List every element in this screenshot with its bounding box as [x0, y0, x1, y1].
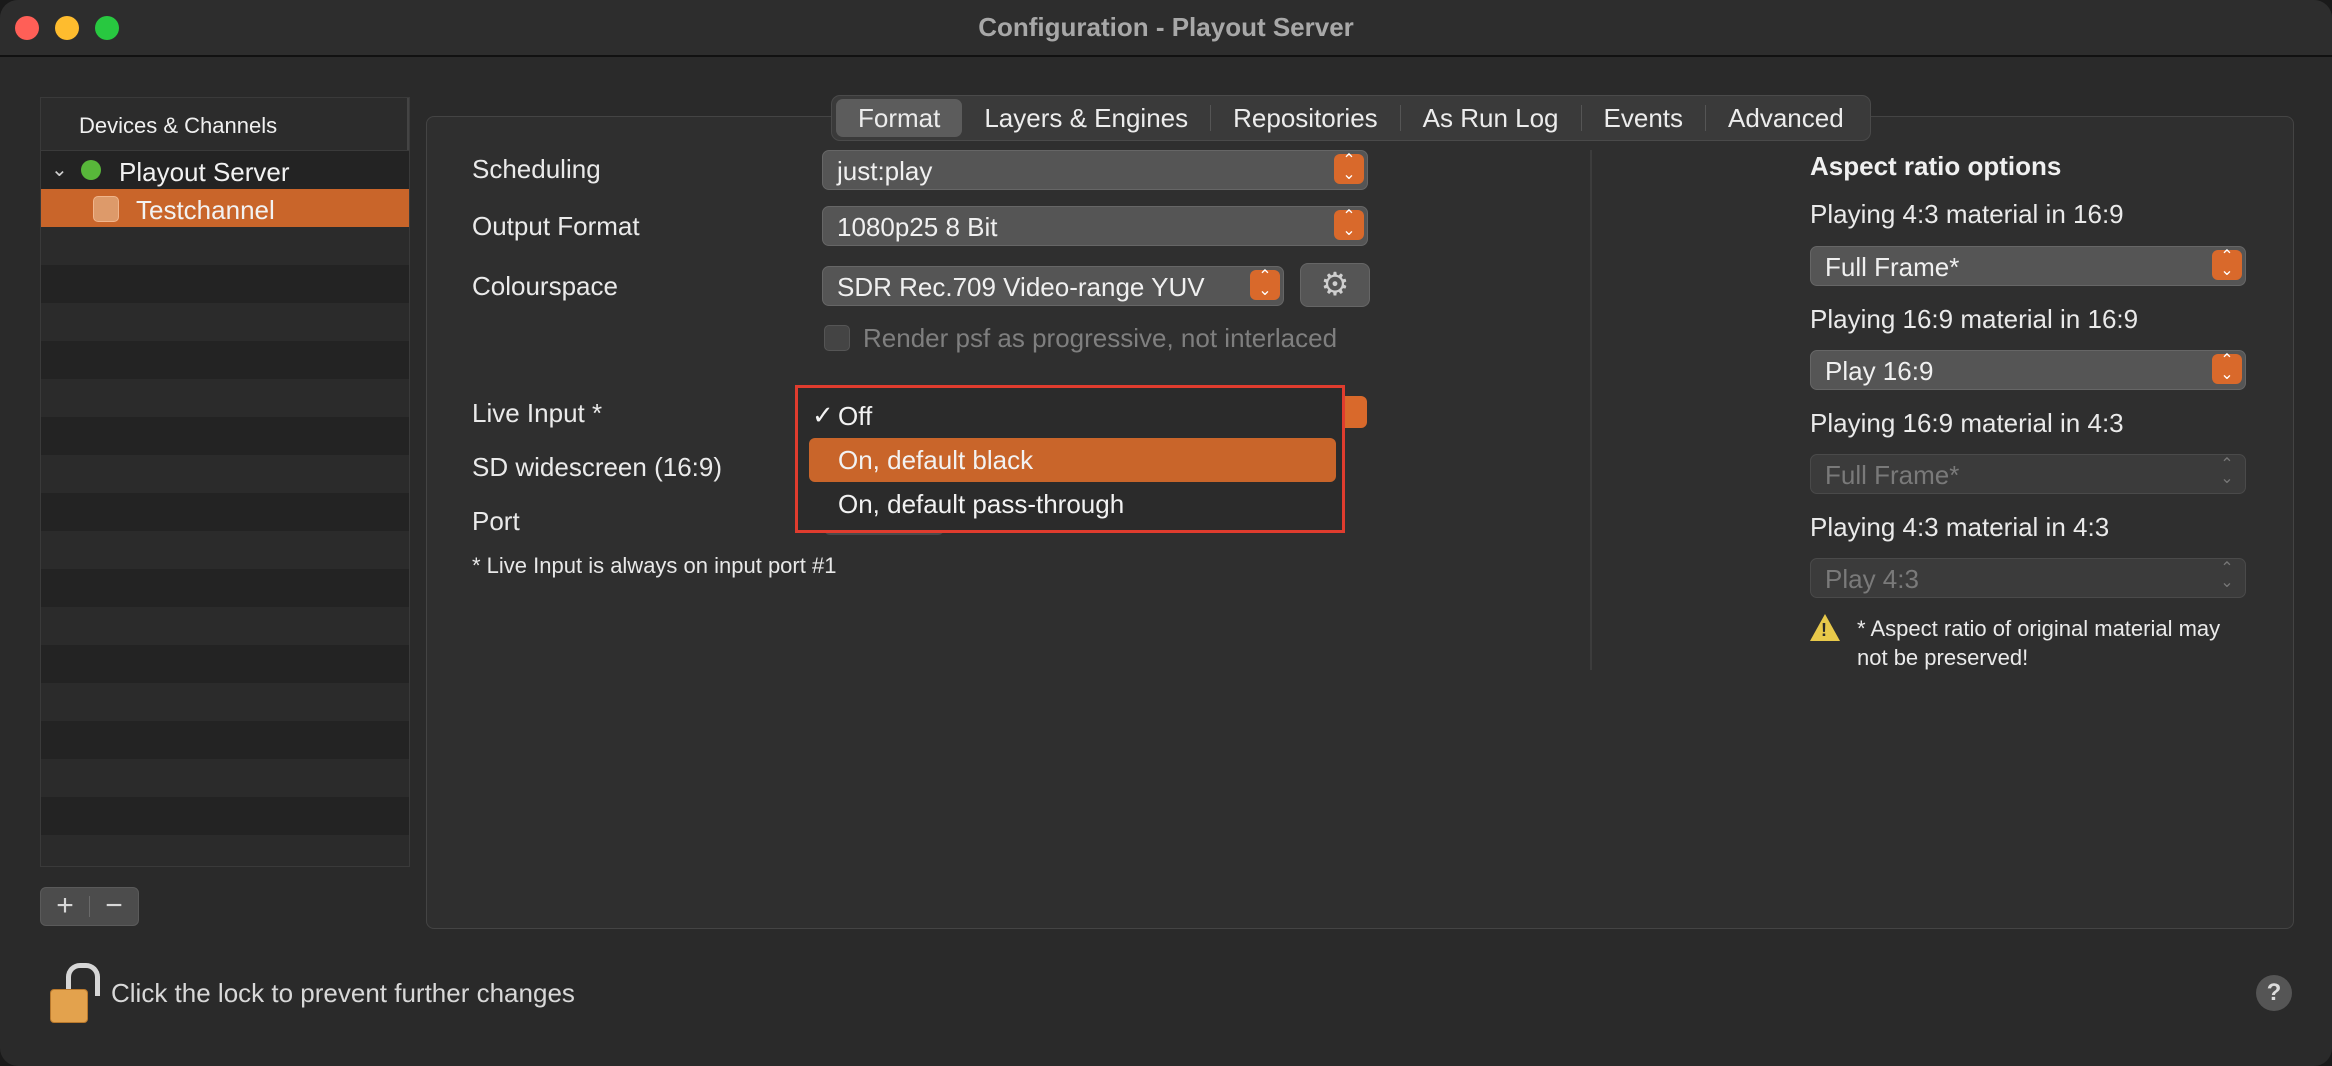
menu-item-on-default-pass-through[interactable]: On, default pass-through	[798, 482, 1342, 526]
aspect-row-value: Play 4:3	[1825, 564, 1919, 594]
aspect-row-label: Playing 16:9 material in 4:3	[1810, 408, 2124, 438]
aspect-row-label: Playing 16:9 material in 16:9	[1810, 304, 2139, 334]
popup-arrows-icon: ⌃ ⌄	[2212, 353, 2242, 384]
tab-events[interactable]: Events	[1582, 99, 1706, 137]
live-input-label: Live Input *	[472, 398, 603, 428]
scheduling-label: Scheduling	[472, 154, 601, 184]
aspect-4x3-in-4x3-popup[interactable]: Play 4:3 ⌃ ⌄	[1810, 558, 2246, 598]
remove-button[interactable]: −	[90, 888, 138, 925]
add-remove-control: + −	[40, 887, 139, 926]
titlebar: Configuration - Playout Server	[0, 0, 2332, 57]
sidebar-item-testchannel[interactable]: Testchannel	[41, 189, 409, 227]
gear-icon: ⚙	[1320, 266, 1350, 302]
aspect-row-label: Playing 4:3 material in 16:9	[1810, 199, 2124, 229]
empty-row	[41, 341, 409, 379]
devices-channels-header-label: Devices & Channels	[79, 113, 278, 138]
render-psf-checkbox[interactable]	[824, 325, 850, 351]
devices-channels-header: Devices & Channels	[41, 98, 409, 151]
popup-arrows-icon: ⌃ ⌄	[2220, 456, 2234, 487]
colourspace-value: SDR Rec.709 Video-range YUV	[837, 272, 1205, 302]
aspect-ratio-title: Aspect ratio options	[1810, 151, 2062, 181]
aspect-row-value: Full Frame*	[1825, 460, 1960, 490]
section-divider	[1590, 150, 1592, 670]
output-format-value: 1080p25 8 Bit	[837, 212, 998, 242]
empty-row	[41, 759, 409, 797]
menu-item-off[interactable]: ✓ Off	[798, 394, 1342, 438]
live-input-menu: ✓ Off On, default black On, default pass…	[795, 385, 1345, 533]
window-title: Configuration - Playout Server	[978, 12, 1354, 42]
checkmark-icon: ✓	[812, 400, 834, 430]
sidebar-item-label: Playout Server	[119, 157, 290, 187]
output-format-popup[interactable]: 1080p25 8 Bit ⌃ ⌄	[822, 206, 1368, 246]
empty-row	[41, 379, 409, 417]
tab-repositories[interactable]: Repositories	[1211, 99, 1400, 137]
menu-item-on-default-black[interactable]: On, default black	[809, 438, 1336, 482]
devices-channels-list: Devices & Channels ⌄ Playout Server Test…	[40, 97, 410, 867]
output-format-label: Output Format	[472, 211, 640, 241]
aspect-16x9-in-4x3-popup[interactable]: Full Frame* ⌃ ⌄	[1810, 454, 2246, 494]
empty-row	[41, 417, 409, 455]
empty-row	[41, 227, 409, 265]
help-button[interactable]: ?	[2256, 975, 2292, 1011]
live-input-footnote: * Live Input is always on input port #1	[472, 553, 837, 578]
empty-row	[41, 493, 409, 531]
tab-layers-engines[interactable]: Layers & Engines	[962, 99, 1210, 137]
port-label: Port	[472, 506, 520, 536]
tab-bar: Format Layers & Engines Repositories As …	[831, 95, 1871, 141]
empty-row	[41, 645, 409, 683]
sidebar-item-label: Testchannel	[136, 195, 275, 225]
sd-widescreen-label: SD widescreen (16:9)	[472, 452, 722, 482]
empty-row	[41, 265, 409, 303]
tab-advanced[interactable]: Advanced	[1706, 99, 1866, 137]
empty-row	[41, 797, 409, 835]
lock-hint-text: Click the lock to prevent further change…	[111, 978, 575, 1008]
channel-icon	[93, 196, 119, 222]
popup-arrows-icon: ⌃ ⌄	[2220, 560, 2234, 591]
sidebar-item-playout-server[interactable]: ⌄ Playout Server	[41, 151, 409, 189]
popup-arrows-icon: ⌃ ⌄	[1250, 269, 1280, 300]
aspect-warning-text: * Aspect ratio of original material may …	[1857, 616, 2221, 670]
popup-arrows-icon: ⌃ ⌄	[1334, 209, 1364, 240]
column-divider[interactable]	[407, 98, 409, 150]
aspect-row-value: Full Frame*	[1825, 252, 1960, 282]
aspect-row-value: Play 16:9	[1825, 356, 1934, 386]
status-green-dot-icon	[81, 160, 101, 180]
warning-icon: !	[1810, 614, 1840, 641]
disclosure-chevron-icon[interactable]: ⌄	[51, 157, 68, 182]
config-window: Configuration - Playout Server Devices &…	[0, 0, 2332, 1066]
scheduling-value: just:play	[837, 156, 933, 186]
lock-icon[interactable]	[50, 963, 100, 1023]
aspect-16x9-in-16x9-popup[interactable]: Play 16:9 ⌃ ⌄	[1810, 350, 2246, 390]
empty-row	[41, 569, 409, 607]
render-psf-label: Render psf as progressive, not interlace…	[863, 323, 1338, 353]
menu-item-label: On, default pass-through	[838, 489, 1125, 519]
colourspace-popup[interactable]: SDR Rec.709 Video-range YUV ⌃ ⌄	[822, 266, 1284, 306]
lock-body	[50, 989, 88, 1023]
colourspace-label: Colourspace	[472, 271, 618, 301]
tab-format[interactable]: Format	[836, 99, 963, 137]
empty-row	[41, 835, 409, 866]
colourspace-settings-button[interactable]: ⚙	[1300, 263, 1370, 307]
scheduling-popup[interactable]: just:play ⌃ ⌄	[822, 150, 1368, 190]
popup-arrows-icon: ⌃ ⌄	[2212, 249, 2242, 280]
add-button[interactable]: +	[41, 888, 89, 925]
empty-row	[41, 303, 409, 341]
menu-item-label: On, default black	[838, 445, 1034, 475]
empty-row	[41, 531, 409, 569]
empty-row	[41, 607, 409, 645]
aspect-4x3-in-16x9-popup[interactable]: Full Frame* ⌃ ⌄	[1810, 246, 2246, 286]
empty-row	[41, 721, 409, 759]
empty-row	[41, 455, 409, 493]
aspect-row-label: Playing 4:3 material in 4:3	[1810, 512, 2110, 542]
tab-as-run-log[interactable]: As Run Log	[1401, 99, 1581, 137]
menu-item-label: Off	[838, 401, 873, 431]
empty-row	[41, 683, 409, 721]
popup-arrows-icon: ⌃ ⌄	[1334, 153, 1364, 184]
